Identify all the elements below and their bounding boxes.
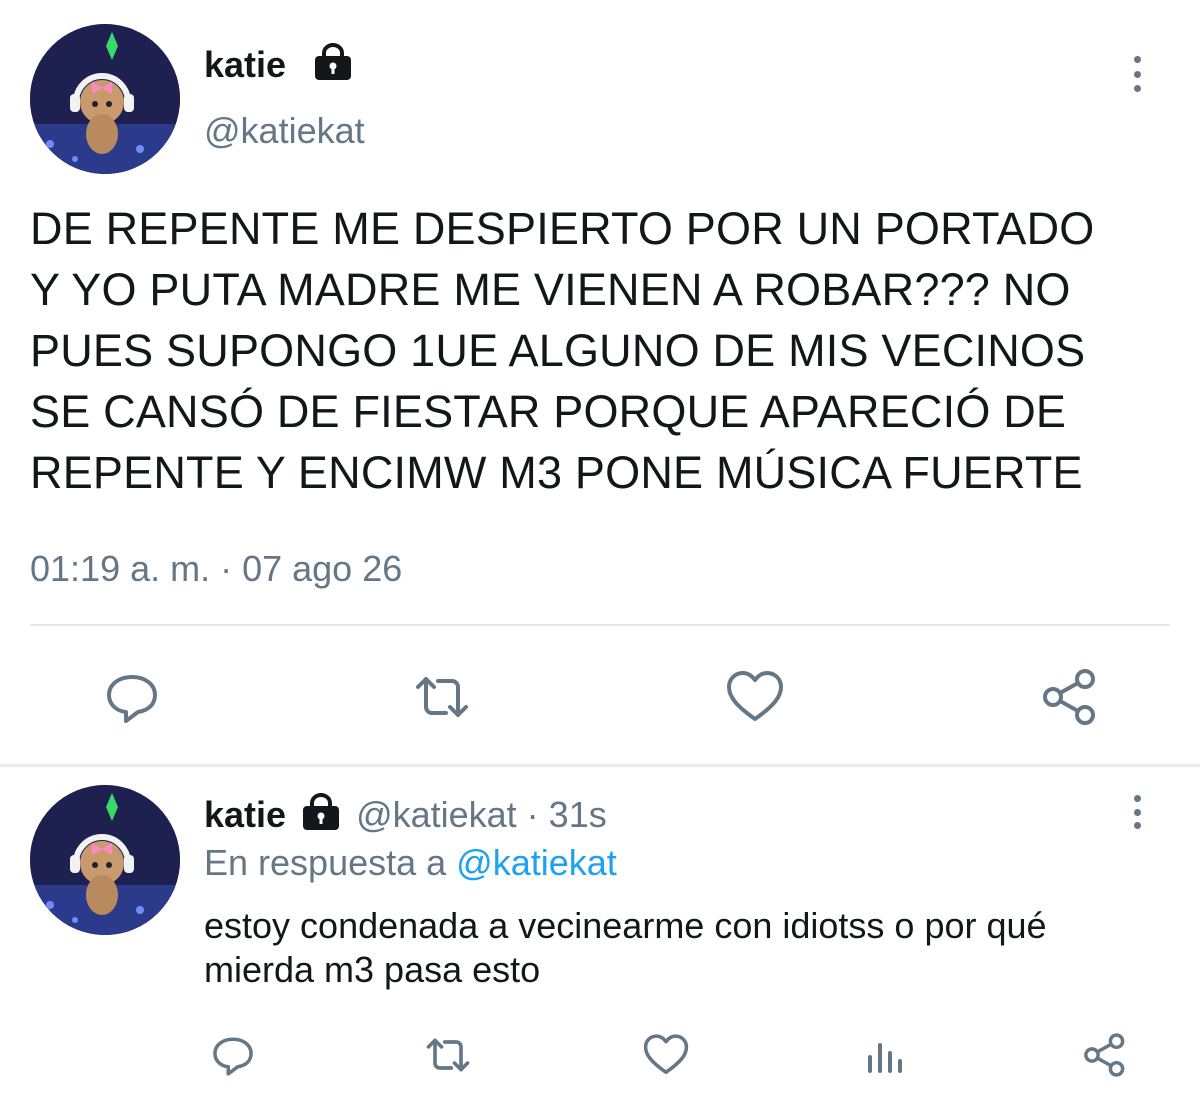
tweet-line: SE CANSÓ DE FIESTAR PORQUE APARECIÓ DE [30, 386, 1067, 437]
section-divider [0, 764, 1200, 767]
in-reply-to: En respuesta a @katiekat [204, 842, 617, 884]
lock-icon [312, 43, 354, 86]
user-handle-time[interactable]: @katiekat · 31s [356, 794, 607, 836]
avatar-image [30, 24, 180, 174]
retweet-button[interactable] [420, 1030, 476, 1080]
avatar[interactable] [30, 24, 180, 174]
in-reply-handle-link[interactable]: @katiekat [456, 842, 617, 883]
retweet-icon [426, 1038, 470, 1072]
retweet-button[interactable] [410, 665, 474, 729]
tweet-line: REPENTE Y ENCIMW M3 PONE MÚSICA FUERTE [30, 447, 1083, 498]
reply-button[interactable] [100, 665, 164, 729]
avatar-image [30, 785, 180, 935]
share-icon [1043, 669, 1095, 725]
retweet-icon [416, 677, 468, 717]
more-vertical-icon[interactable] [1132, 795, 1142, 829]
reply-line: estoy condenada a vecinearme con idiotss… [204, 905, 1047, 946]
analytics-button[interactable] [860, 1030, 910, 1080]
user-handle[interactable]: @katiekat [204, 110, 365, 152]
in-reply-prefix: En respuesta a [204, 842, 457, 883]
tweet-line: DE REPENTE ME DESPIERTO POR UN PORTADO [30, 203, 1095, 254]
share-button[interactable] [1080, 1030, 1130, 1080]
like-button[interactable] [640, 1030, 692, 1080]
display-name[interactable]: katie [204, 794, 286, 836]
tweet-line: PUES SUPONGO 1UE ALGUNO DE MIS VECINOS [30, 325, 1086, 376]
divider [30, 624, 1170, 626]
reply-header: katie @katiekat · 31s [204, 793, 607, 836]
reply-text: estoy condenada a vecinearme con idiotss… [204, 904, 1184, 992]
tweet-text: DE REPENTE ME DESPIERTO POR UN PORTADO Y… [30, 198, 1180, 503]
share-icon [1084, 1033, 1125, 1077]
reply-line: mierda m3 pasa esto [204, 949, 541, 990]
reply-button[interactable] [208, 1030, 258, 1080]
more-vertical-icon[interactable] [1132, 56, 1142, 92]
share-button[interactable] [1038, 665, 1102, 729]
tweet-timestamp[interactable]: 01:19 a. m. · 07 ago 26 [30, 548, 402, 590]
lock-icon [300, 793, 342, 836]
like-button[interactable] [723, 665, 787, 729]
display-name[interactable]: katie [204, 44, 286, 86]
tweet-line: Y YO PUTA MADRE ME VIENEN A ROBAR??? NO [30, 264, 1071, 315]
analytics-icon [868, 1043, 902, 1073]
heart-icon [643, 1034, 689, 1075]
reply-icon [213, 1037, 253, 1076]
heart-icon [727, 671, 783, 721]
avatar[interactable] [30, 785, 180, 935]
reply-icon [107, 675, 157, 723]
